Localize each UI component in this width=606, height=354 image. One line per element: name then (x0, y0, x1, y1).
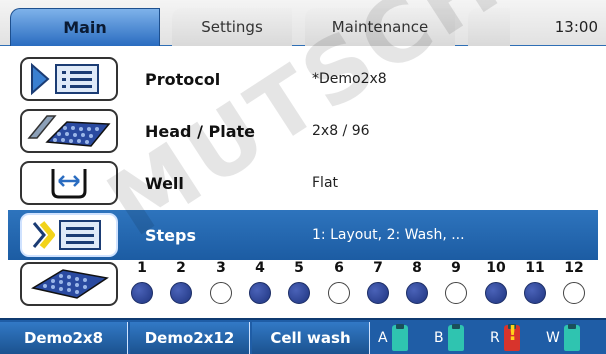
tab-settings-label: Settings (201, 18, 263, 36)
well-column-number: 6 (334, 260, 344, 276)
well-column-number: 2 (176, 260, 186, 276)
protocol-value: *Demo2x8 (312, 71, 387, 87)
shortcut-label: Demo2x8 (23, 329, 104, 347)
bottle-letter: R (490, 330, 500, 346)
protocol-shortcut-demo2x12[interactable]: Demo2x12 (130, 322, 250, 354)
well-column-toggle[interactable] (406, 282, 428, 304)
bottle-indicator[interactable]: B (434, 324, 464, 352)
well-column-toggle[interactable] (288, 282, 310, 304)
well-column-toggle[interactable] (328, 282, 350, 304)
well-column-toggle[interactable] (131, 282, 153, 304)
well-column-number: 3 (216, 260, 226, 276)
well-column-number: 9 (451, 260, 461, 276)
row-steps[interactable]: Steps 1: Layout, 2: Wash, ... (8, 210, 598, 260)
bottle-icon (447, 324, 464, 351)
well-column: 4 (247, 260, 273, 304)
well-column-toggle[interactable] (210, 282, 232, 304)
well-columns-row: 1 2 3 4 5 6 7 8 9 10 11 12 (8, 258, 598, 310)
shortcut-label: Cell wash (270, 329, 351, 347)
steps-list-icon (20, 213, 118, 257)
well-column-number: 7 (373, 260, 383, 276)
protocol-shortcut-cell-wash[interactable]: Cell wash (252, 322, 370, 354)
tab-main[interactable]: Main (10, 8, 160, 46)
well-column: 2 (168, 260, 194, 304)
bottle-letter: W (546, 330, 560, 346)
well-column-toggle[interactable] (485, 282, 507, 304)
tab-bar: Main Settings Maintenance 13:00 (0, 0, 606, 46)
bottle-icon (391, 324, 408, 351)
well-column-number: 5 (294, 260, 304, 276)
bottle-indicator[interactable]: W (546, 324, 580, 352)
shortcut-label: Demo2x12 (144, 329, 235, 347)
well-column: 7 (365, 260, 391, 304)
row-protocol[interactable]: Protocol *Demo2x8 (8, 54, 598, 104)
bottle-letter: B (434, 330, 444, 346)
tab-maintenance-label: Maintenance (331, 18, 429, 36)
well-column: 11 (522, 260, 548, 304)
well-column: 5 (286, 260, 312, 304)
tab-extra[interactable] (468, 8, 510, 46)
bottom-bar: Demo2x8 Demo2x12 Cell wash A B R! W (0, 318, 606, 354)
well-column: 6 (326, 260, 352, 304)
clock: 13:00 (554, 18, 598, 36)
well-column: 1 (129, 260, 155, 304)
well-column: 3 (208, 260, 234, 304)
well-column-number: 8 (412, 260, 422, 276)
steps-value: 1: Layout, 2: Wash, ... (312, 227, 465, 243)
bottle-icon (563, 324, 580, 351)
well-column: 12 (561, 260, 587, 304)
tab-maintenance[interactable]: Maintenance (305, 8, 455, 46)
well-column: 10 (483, 260, 509, 304)
well-column-toggle[interactable] (445, 282, 467, 304)
well-column-number: 4 (255, 260, 265, 276)
plate-icon[interactable] (20, 262, 118, 306)
head-plate-label: Head / Plate (145, 121, 255, 141)
steps-label: Steps (145, 225, 196, 245)
well-value: Flat (312, 175, 339, 191)
tab-settings[interactable]: Settings (172, 8, 292, 46)
head-plate-value: 2x8 / 96 (312, 123, 370, 139)
row-head-plate[interactable]: Head / Plate 2x8 / 96 (8, 106, 598, 156)
bottle-indicator[interactable]: R! (490, 321, 520, 352)
head-plate-icon (20, 109, 118, 153)
well-column-toggle[interactable] (367, 282, 389, 304)
protocol-list-icon (20, 57, 118, 101)
well-column-toggle[interactable] (524, 282, 546, 304)
well-column: 9 (443, 260, 469, 304)
well-column-toggle[interactable] (563, 282, 585, 304)
well-column-number: 1 (137, 260, 147, 276)
well-column-toggle[interactable] (249, 282, 271, 304)
protocol-shortcut-demo2x8[interactable]: Demo2x8 (0, 322, 128, 354)
warning-icon: ! (508, 321, 518, 345)
well-label: Well (145, 173, 184, 193)
well-column-number: 11 (525, 260, 545, 276)
bottle-indicator[interactable]: A (378, 324, 408, 352)
tab-main-label: Main (63, 18, 107, 37)
well-column-number: 10 (486, 260, 506, 276)
protocol-label: Protocol (145, 69, 221, 89)
well-column: 8 (404, 260, 430, 304)
well-flat-icon (20, 161, 118, 205)
bottle-letter: A (378, 330, 388, 346)
row-well[interactable]: Well Flat (8, 158, 598, 208)
well-column-number: 12 (564, 260, 584, 276)
well-column-toggle[interactable] (170, 282, 192, 304)
